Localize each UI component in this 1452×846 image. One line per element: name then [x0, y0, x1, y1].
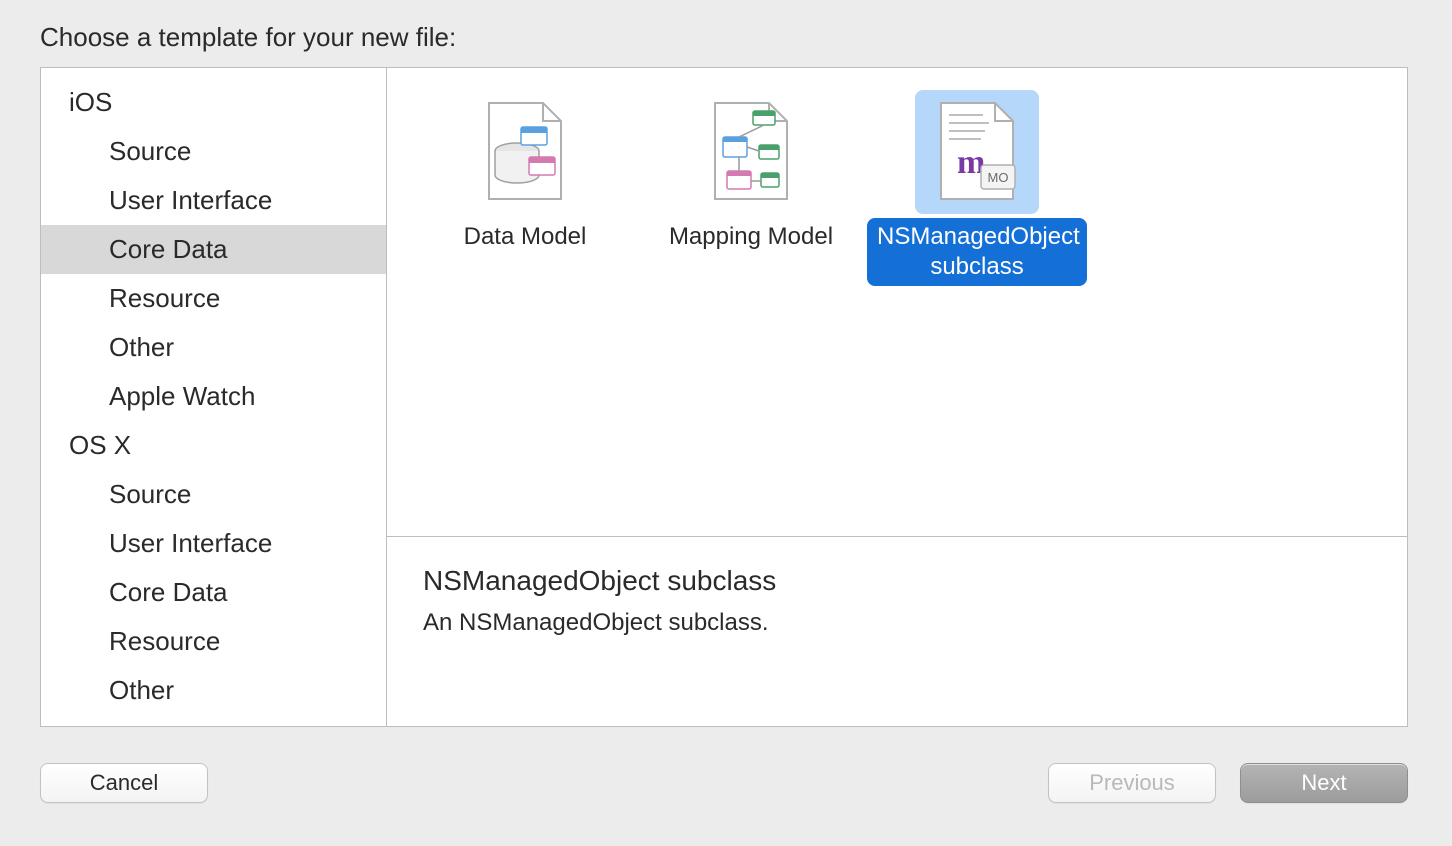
- template-data-model[interactable]: Data Model: [423, 82, 627, 262]
- sidebar-item-osx-other[interactable]: Other: [41, 666, 386, 715]
- sidebar-item-osx-user-interface[interactable]: User Interface: [41, 519, 386, 568]
- template-grid: Data Model: [387, 68, 1407, 536]
- sidebar-section-osx: OS X: [41, 421, 386, 470]
- sidebar-item-ios-apple-watch[interactable]: Apple Watch: [41, 372, 386, 421]
- template-nsmanagedobject-label: NSManagedObject subclass: [867, 218, 1087, 286]
- footer-bar: Cancel Previous Next: [40, 763, 1408, 803]
- previous-button[interactable]: Previous: [1048, 763, 1216, 803]
- sidebar-item-osx-core-data[interactable]: Core Data: [41, 568, 386, 617]
- detail-description: An NSManagedObject subclass.: [423, 609, 1371, 637]
- sidebar-item-ios-source[interactable]: Source: [41, 127, 386, 176]
- template-mapping-model[interactable]: Mapping Model: [649, 82, 853, 262]
- sidebar-item-ios-user-interface[interactable]: User Interface: [41, 176, 386, 225]
- sidebar-item-osx-source[interactable]: Source: [41, 470, 386, 519]
- sidebar-item-osx-resource[interactable]: Resource: [41, 617, 386, 666]
- managed-object-icon: m MO: [915, 90, 1039, 214]
- sidebar-item-ios-resource[interactable]: Resource: [41, 274, 386, 323]
- detail-title: NSManagedObject subclass: [423, 565, 1371, 597]
- template-nsmanagedobject-subclass[interactable]: m MO NSManagedObject subclass: [875, 82, 1079, 292]
- main-panel: iOS Source User Interface Core Data Reso…: [40, 67, 1408, 727]
- detail-panel: NSManagedObject subclass An NSManagedObj…: [387, 536, 1407, 726]
- svg-text:MO: MO: [988, 170, 1009, 185]
- next-button[interactable]: Next: [1240, 763, 1408, 803]
- sidebar-item-ios-other[interactable]: Other: [41, 323, 386, 372]
- data-model-icon: [463, 90, 587, 214]
- category-sidebar: iOS Source User Interface Core Data Reso…: [41, 68, 387, 726]
- sidebar-section-ios: iOS: [41, 78, 386, 127]
- mapping-model-icon: [689, 90, 813, 214]
- cancel-button[interactable]: Cancel: [40, 763, 208, 803]
- dialog-title: Choose a template for your new file:: [40, 22, 1412, 53]
- template-data-model-label: Data Model: [454, 218, 597, 256]
- sidebar-item-ios-core-data[interactable]: Core Data: [41, 225, 386, 274]
- template-mapping-model-label: Mapping Model: [659, 218, 843, 256]
- dialog-root: Choose a template for your new file: iOS…: [0, 0, 1452, 846]
- template-main: Data Model: [387, 68, 1407, 726]
